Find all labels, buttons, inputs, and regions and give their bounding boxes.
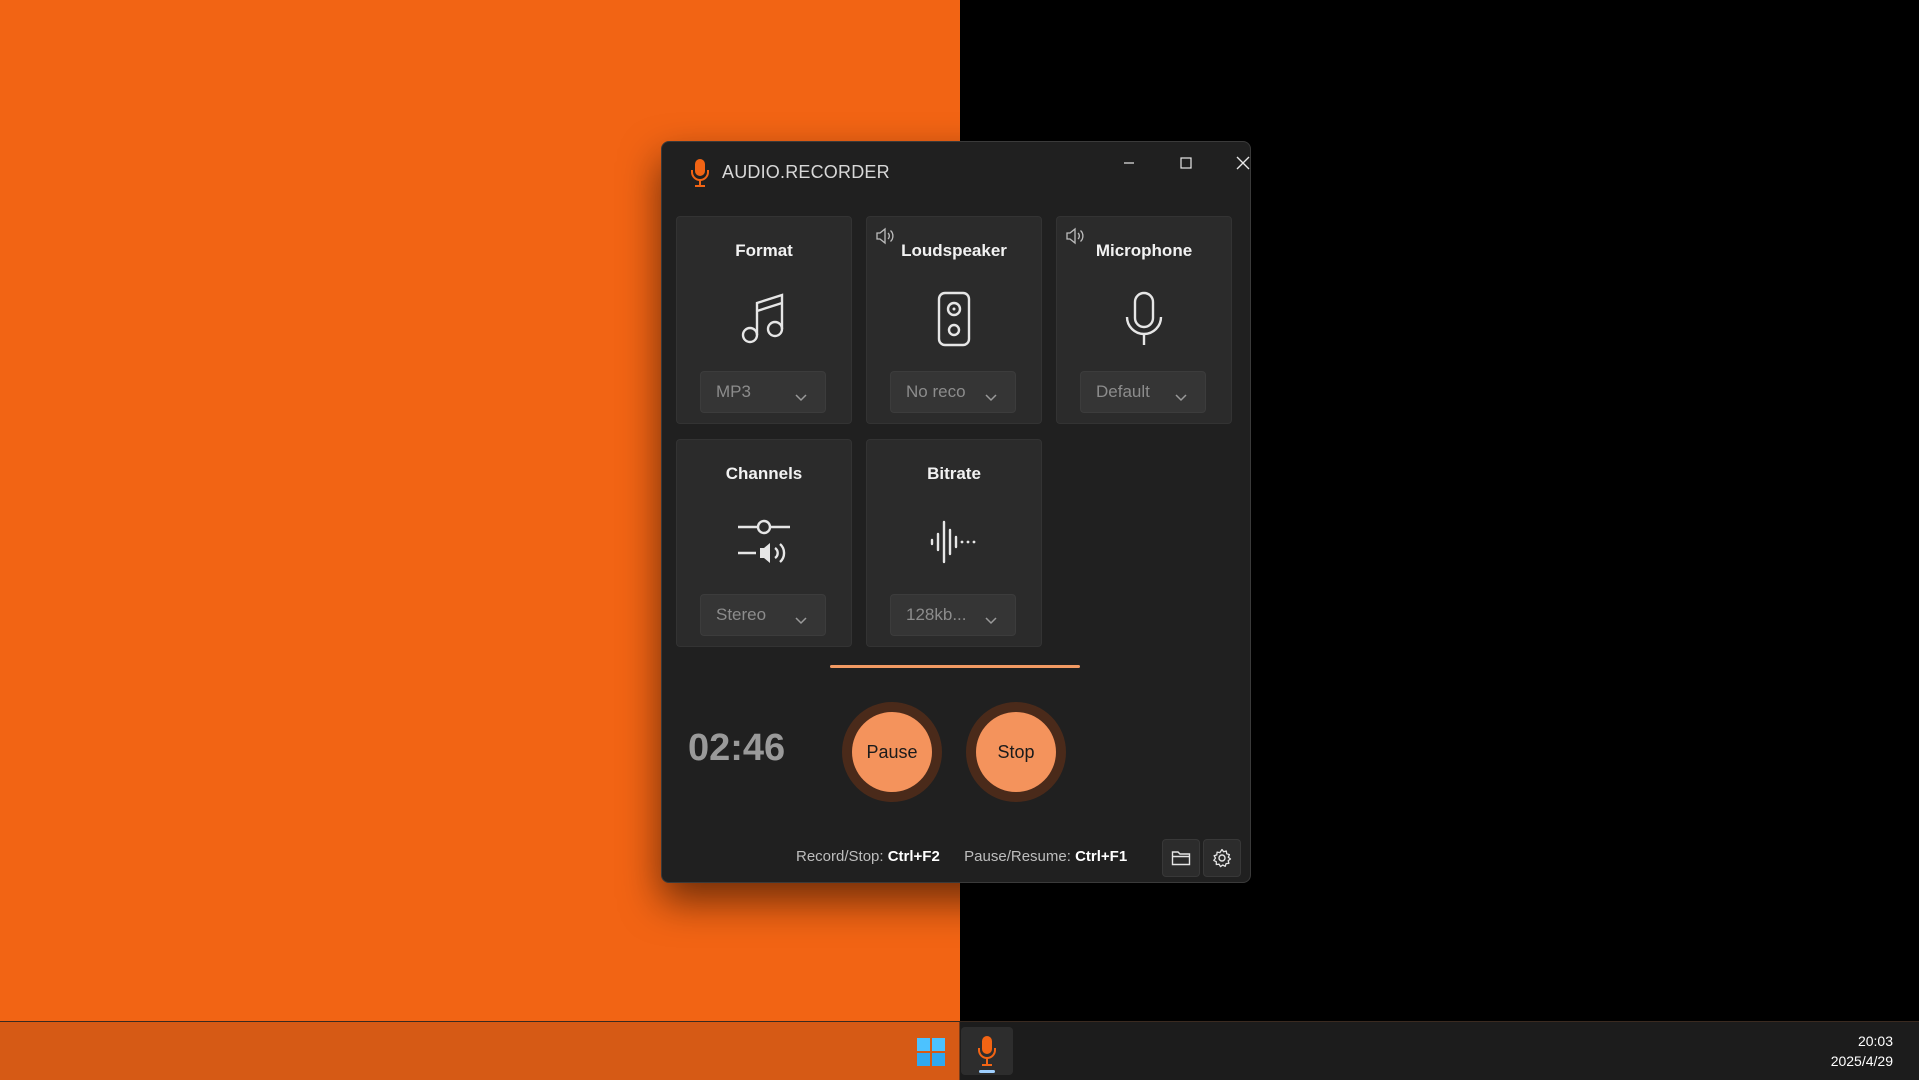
active-app-indicator — [979, 1070, 995, 1073]
pause-button-label: Pause — [852, 712, 932, 792]
channels-title: Channels — [725, 464, 803, 483]
gear-icon — [1213, 848, 1232, 868]
bitrate-dropdown[interactable]: 128kb... — [890, 594, 1016, 636]
stop-button[interactable]: Stop — [966, 702, 1066, 802]
format-dropdown[interactable]: MP3 — [700, 371, 826, 413]
channels-icon — [734, 512, 794, 572]
pause-resume-key: Ctrl+F1 — [1075, 848, 1128, 865]
music-note-icon — [734, 289, 794, 349]
minimize-icon — [1124, 162, 1134, 164]
maximize-button[interactable] — [1163, 148, 1209, 178]
waveform-icon — [924, 512, 984, 572]
clock-time: 20:03 — [1857, 1033, 1893, 1049]
microphone-dropdown[interactable]: Default — [1080, 371, 1206, 413]
format-card: Format MP3 — [676, 216, 852, 424]
microphone-title: Microphone — [1095, 241, 1193, 260]
chevron-down-icon — [795, 387, 807, 407]
clock-date: 2025/4/29 — [1830, 1053, 1893, 1069]
title-bar[interactable]: AUDIO.RECORDER — [662, 142, 1250, 198]
system-clock[interactable]: 20:03 2025/4/29 — [1831, 1031, 1893, 1071]
channels-dropdown[interactable]: Stereo — [700, 594, 826, 636]
folder-icon — [1171, 851, 1191, 866]
speaker-icon — [924, 289, 984, 349]
pause-button[interactable]: Pause — [842, 702, 942, 802]
channels-card: Channels Stereo — [676, 439, 852, 647]
microphone-value: Default — [1096, 382, 1150, 401]
shortcut-hints: Record/Stop: Ctrl+F2 Pause/Resume: Ctrl+… — [796, 848, 1127, 865]
microphone-logo-icon — [689, 158, 711, 188]
chevron-down-icon — [1175, 387, 1187, 407]
microphone-card: Microphone Default — [1056, 216, 1232, 424]
app-title: AUDIO.RECORDER — [722, 162, 890, 182]
taskbar-audio-recorder[interactable] — [961, 1027, 1013, 1075]
stop-button-label: Stop — [976, 712, 1056, 792]
open-folder-button[interactable] — [1162, 839, 1200, 877]
close-icon — [1236, 156, 1250, 170]
loudspeaker-value: No reco — [906, 382, 966, 401]
microphone-icon — [1114, 289, 1174, 349]
audio-recorder-window: AUDIO.RECORDER Format MP3 Loudspeaker No… — [661, 141, 1251, 883]
start-button[interactable] — [906, 1031, 956, 1073]
channels-value: Stereo — [716, 605, 767, 624]
bitrate-title: Bitrate — [927, 464, 981, 483]
desktop: AUDIO.RECORDER Format MP3 Loudspeaker No… — [0, 0, 1919, 1080]
format-title: Format — [735, 241, 793, 260]
pause-resume-label: Pause/Resume: — [964, 848, 1071, 865]
settings-button[interactable] — [1203, 839, 1241, 877]
bitrate-card: Bitrate 128kb... — [866, 439, 1042, 647]
minimize-button[interactable] — [1106, 148, 1152, 178]
loudspeaker-card: Loudspeaker No reco — [866, 216, 1042, 424]
record-stop-key: Ctrl+F2 — [887, 848, 940, 865]
microphone-icon — [978, 1036, 996, 1066]
chevron-down-icon — [985, 387, 997, 407]
recording-timer: 02:46 — [688, 727, 786, 769]
format-value: MP3 — [716, 382, 751, 401]
close-button[interactable] — [1220, 148, 1266, 178]
record-stop-label: Record/Stop: — [796, 848, 884, 865]
chevron-down-icon — [795, 610, 807, 630]
chevron-down-icon — [985, 610, 997, 630]
taskbar: 20:03 2025/4/29 — [0, 1021, 1919, 1080]
bitrate-value: 128kb... — [906, 605, 967, 624]
windows-logo-icon — [917, 1038, 945, 1066]
loudspeaker-dropdown[interactable]: No reco — [890, 371, 1016, 413]
maximize-icon — [1180, 157, 1192, 169]
recording-progress-line — [830, 665, 1080, 668]
loudspeaker-title: Loudspeaker — [901, 241, 1007, 260]
